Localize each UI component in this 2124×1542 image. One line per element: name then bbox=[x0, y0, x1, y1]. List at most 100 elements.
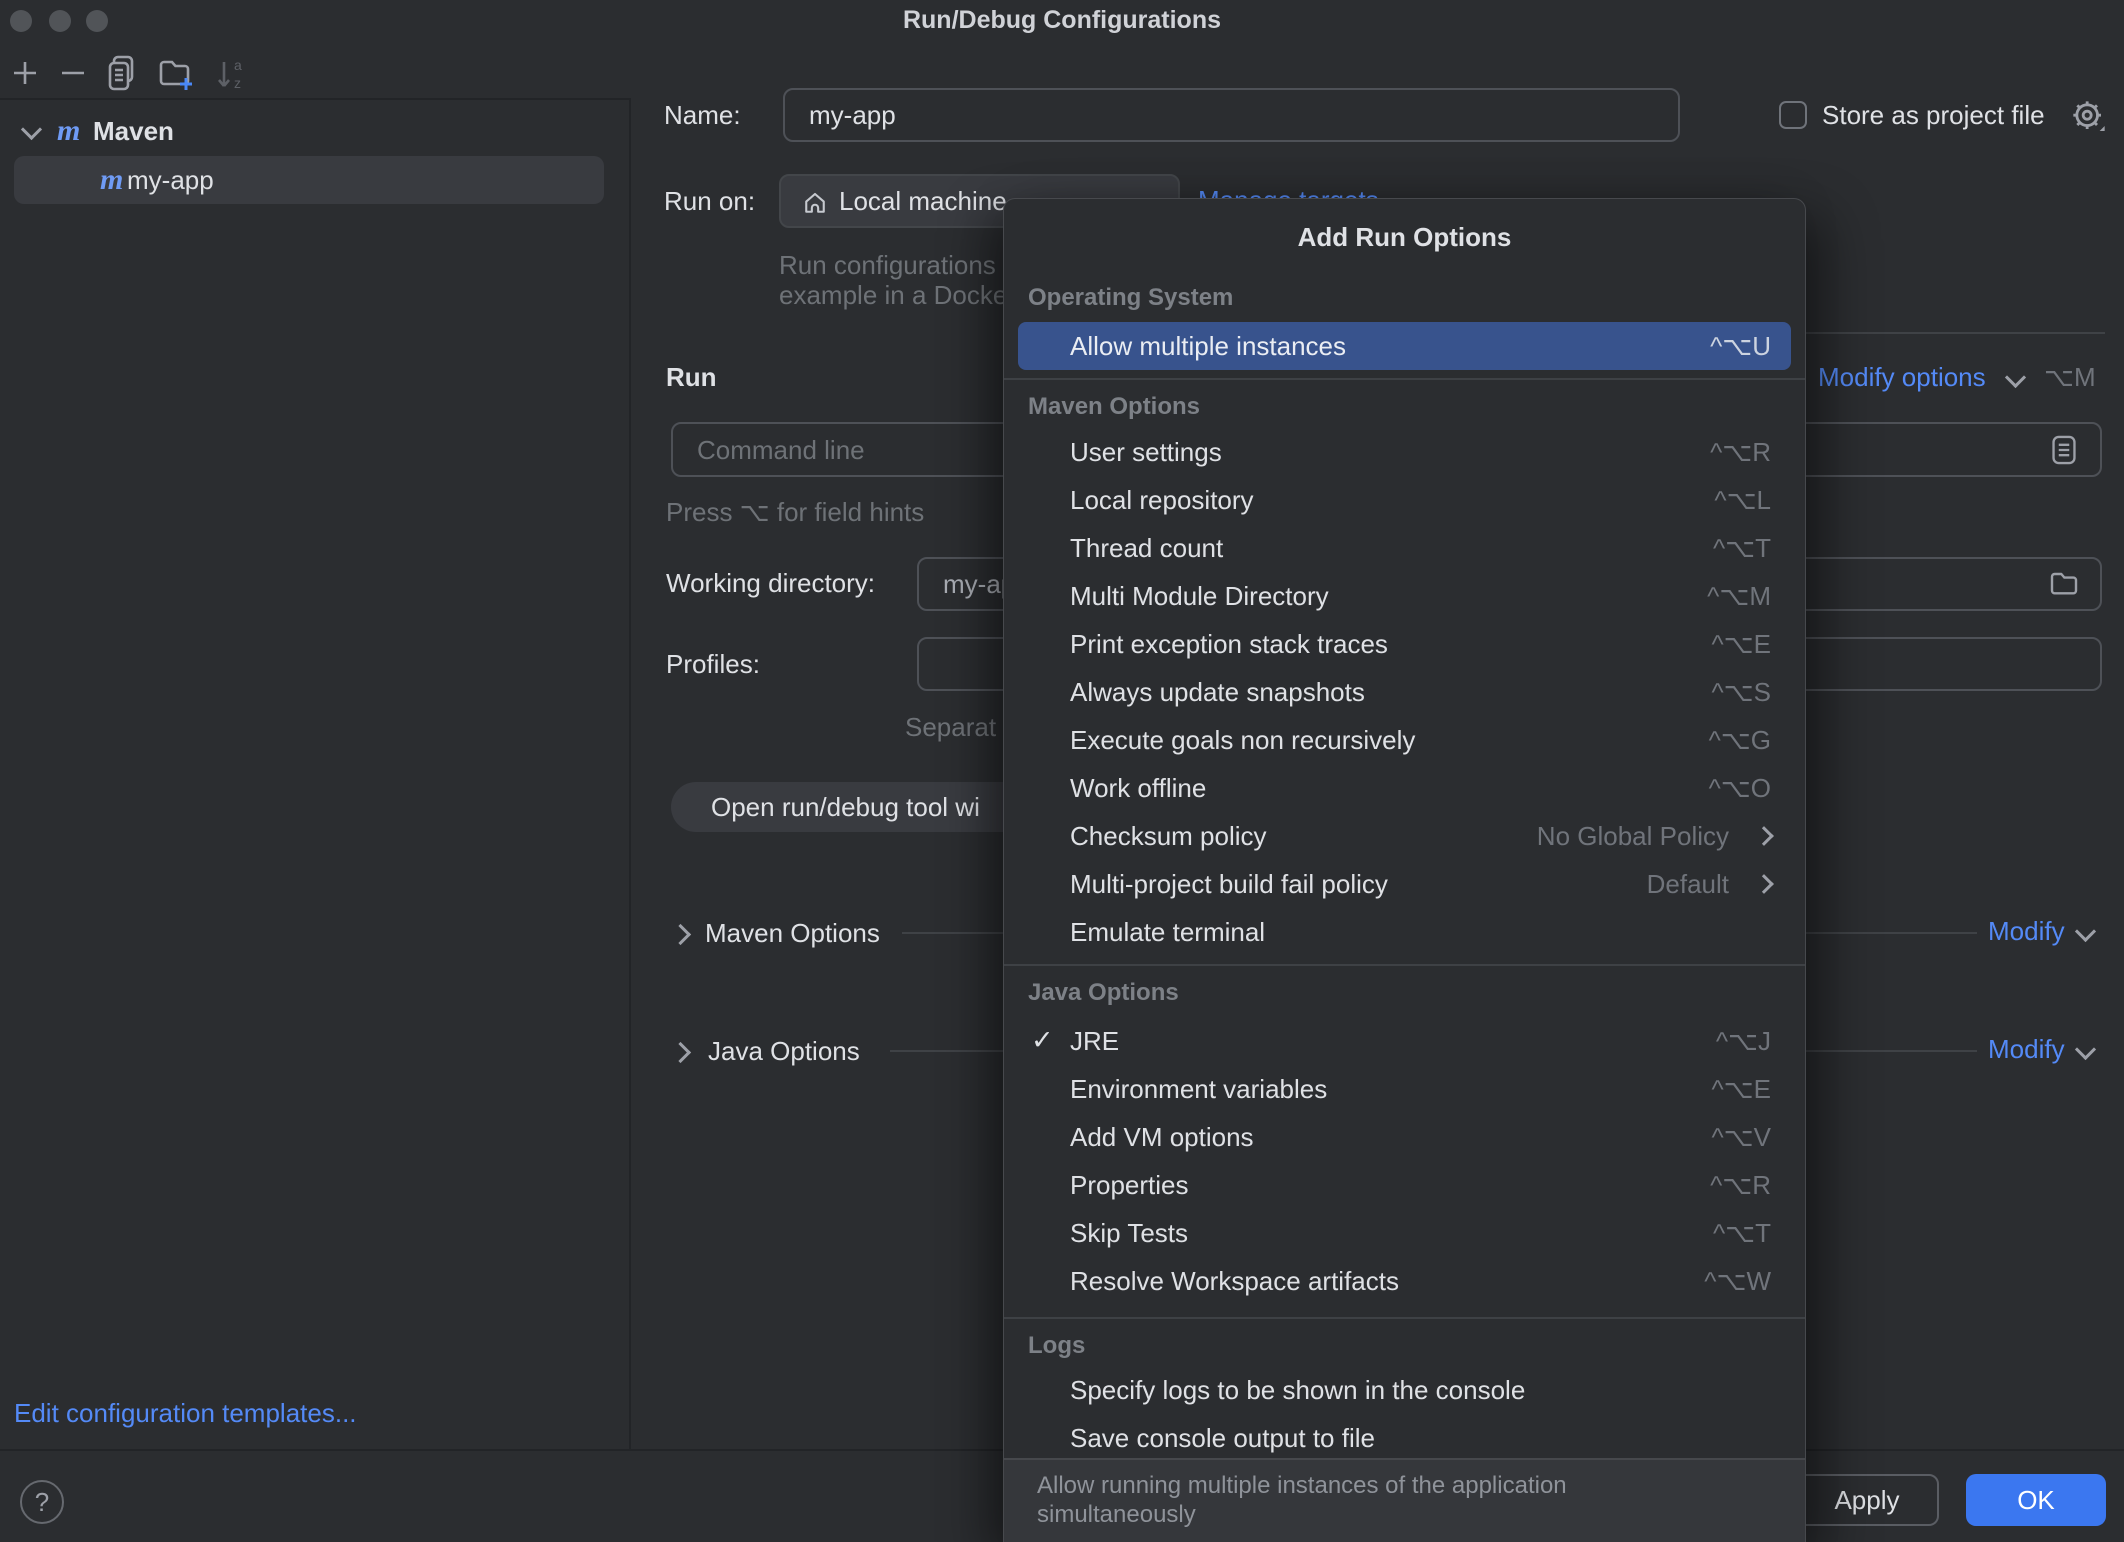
tree-group-maven[interactable]: m Maven bbox=[14, 108, 614, 154]
menu-item-skip-tests[interactable]: Skip Tests^⌥T bbox=[1004, 1209, 1805, 1257]
name-input-value: my-app bbox=[809, 100, 896, 130]
menu-item-label: Local repository bbox=[1070, 485, 1254, 516]
menu-item-shortcut: ^⌥R bbox=[1710, 437, 1771, 468]
chevron-down-icon bbox=[2075, 1039, 2096, 1060]
popup-section-header: Logs bbox=[1004, 1331, 1805, 1361]
menu-item-shortcut: ^⌥E bbox=[1711, 629, 1771, 660]
chevron-down-icon bbox=[2005, 367, 2026, 388]
menu-item-print-exception-stack-traces[interactable]: Print exception stack traces^⌥E bbox=[1004, 620, 1805, 668]
menu-item-label: Specify logs to be shown in the console bbox=[1070, 1375, 1525, 1406]
run-on-hint-line2: example in a Docke bbox=[779, 280, 1007, 310]
tree-item-label: my-app bbox=[127, 165, 214, 195]
ok-button[interactable]: OK bbox=[1966, 1474, 2106, 1526]
menu-item-shortcut: ^⌥G bbox=[1709, 725, 1771, 756]
edit-templates-link[interactable]: Edit configuration templates... bbox=[14, 1398, 357, 1428]
add-configuration-button[interactable] bbox=[8, 56, 42, 90]
menu-item-value: Default bbox=[1647, 869, 1729, 900]
menu-item-add-vm-options[interactable]: Add VM options^⌥V bbox=[1004, 1113, 1805, 1161]
menu-item-shortcut: ^⌥T bbox=[1713, 533, 1771, 564]
menu-item-label: Checksum policy bbox=[1070, 821, 1267, 852]
chevron-right-icon[interactable] bbox=[670, 924, 691, 945]
apply-button[interactable]: Apply bbox=[1795, 1474, 1939, 1526]
menu-item-label: Emulate terminal bbox=[1070, 917, 1265, 948]
run-debug-configurations-dialog: Run/Debug Configurations a z m Maven bbox=[0, 0, 2124, 1542]
maven-options-section[interactable]: Maven Options bbox=[705, 918, 880, 948]
menu-item-shortcut: ^⌥S bbox=[1711, 677, 1771, 708]
menu-item-allow-multiple-instances[interactable]: Allow multiple instances ^⌥U bbox=[1018, 322, 1791, 370]
run-section-label: Run bbox=[666, 362, 717, 392]
java-options-modify-link[interactable]: Modify bbox=[1988, 1034, 2065, 1064]
menu-item-thread-count[interactable]: Thread count^⌥T bbox=[1004, 524, 1805, 572]
menu-item-multi-module-directory[interactable]: Multi Module Directory ^⌥M bbox=[1004, 572, 1805, 620]
menu-item-label: Skip Tests bbox=[1070, 1218, 1188, 1249]
toolbar-separator bbox=[0, 98, 630, 100]
name-input[interactable]: my-app bbox=[783, 88, 1680, 142]
gear-icon[interactable] bbox=[2068, 96, 2108, 136]
menu-item-multi-project-build-fail-policy[interactable]: Multi-project build fail policy Default bbox=[1004, 860, 1805, 908]
modify-options-shortcut: ⌥M bbox=[2044, 362, 2096, 392]
svg-text:z: z bbox=[234, 75, 241, 91]
menu-item-label: Multi Module Directory bbox=[1070, 581, 1329, 612]
menu-item-label: Work offline bbox=[1070, 773, 1206, 804]
working-directory-label: Working directory: bbox=[666, 568, 875, 598]
sort-alphabetically-button[interactable]: a z bbox=[212, 56, 252, 94]
menu-item-shortcut: ^⌥E bbox=[1711, 1074, 1771, 1105]
folder-icon[interactable] bbox=[2048, 569, 2080, 599]
menu-item-specify-logs-to-be-shown-in-the-console[interactable]: Specify logs to be shown in the console bbox=[1004, 1366, 1805, 1414]
modify-options-link[interactable]: Modify options bbox=[1818, 362, 1986, 392]
chevron-right-icon[interactable] bbox=[670, 1042, 691, 1063]
maven-options-modify-link[interactable]: Modify bbox=[1988, 916, 2065, 946]
menu-item-properties[interactable]: Properties^⌥R bbox=[1004, 1161, 1805, 1209]
menu-item-resolve-workspace-artifacts[interactable]: Resolve Workspace artifacts^⌥W bbox=[1004, 1257, 1805, 1305]
menu-item-save-console-output-to-file[interactable]: Save console output to file bbox=[1004, 1414, 1805, 1462]
menu-item-label: User settings bbox=[1070, 437, 1222, 468]
menu-item-label: Multi-project build fail policy bbox=[1070, 869, 1388, 900]
menu-divider bbox=[1004, 1317, 1805, 1319]
sort-az-icon: a z bbox=[212, 56, 252, 94]
name-label: Name: bbox=[664, 100, 741, 130]
new-folder-button[interactable] bbox=[156, 56, 196, 94]
plus-icon bbox=[14, 62, 36, 84]
popup-title: Add Run Options bbox=[1004, 219, 1805, 255]
menu-item-local-repository[interactable]: Local repository^⌥L bbox=[1004, 476, 1805, 524]
help-button[interactable]: ? bbox=[20, 1480, 64, 1524]
run-on-label: Run on: bbox=[664, 186, 755, 216]
folder-plus-icon bbox=[156, 56, 196, 94]
menu-item-shortcut: ^⌥M bbox=[1707, 581, 1771, 612]
menu-item-shortcut: ^⌥V bbox=[1711, 1122, 1771, 1153]
menu-item-label: Always update snapshots bbox=[1070, 677, 1365, 708]
profiles-hint: Separat bbox=[905, 712, 996, 742]
check-icon: ✓ bbox=[1031, 1025, 1054, 1056]
tree-item-my-app[interactable]: m my-app bbox=[14, 156, 604, 204]
store-as-project-file-label: Store as project file bbox=[1822, 100, 2045, 130]
menu-item-label: Allow multiple instances bbox=[1070, 331, 1346, 362]
menu-item-work-offline[interactable]: Work offline^⌥O bbox=[1004, 764, 1805, 812]
menu-item-execute-goals-non-recursively[interactable]: Execute goals non recursively ^⌥G bbox=[1004, 716, 1805, 764]
menu-item-environment-variables[interactable]: Environment variables^⌥E bbox=[1004, 1065, 1805, 1113]
menu-item-label: Execute goals non recursively bbox=[1070, 725, 1415, 756]
popup-section-header: Operating System bbox=[1004, 283, 1805, 313]
copy-icon bbox=[104, 54, 140, 92]
menu-item-user-settings[interactable]: User settings ^⌥R bbox=[1004, 428, 1805, 476]
menu-divider bbox=[1004, 964, 1805, 966]
menu-item-checksum-policy[interactable]: Checksum policyNo Global Policy bbox=[1004, 812, 1805, 860]
menu-item-shortcut: ^⌥J bbox=[1716, 1026, 1771, 1057]
popup-section-header: Maven Options bbox=[1004, 392, 1805, 422]
submenu-arrow-icon bbox=[1754, 874, 1774, 894]
expand-field-icon[interactable] bbox=[2048, 433, 2080, 467]
menu-item-jre[interactable]: ✓JRE^⌥J bbox=[1004, 1017, 1805, 1065]
command-line-placeholder: Command line bbox=[697, 435, 865, 465]
menu-item-emulate-terminal[interactable]: Emulate terminal bbox=[1004, 908, 1805, 956]
open-tool-window-button[interactable]: Open run/debug tool wi bbox=[671, 782, 1051, 832]
tree-group-label: Maven bbox=[93, 116, 174, 146]
copy-configuration-button[interactable] bbox=[104, 54, 140, 92]
popup-footer-line2: simultaneously bbox=[1037, 1500, 1775, 1529]
maven-icon: m bbox=[57, 116, 80, 146]
menu-divider bbox=[1004, 378, 1805, 380]
menu-item-always-update-snapshots[interactable]: Always update snapshots ^⌥S bbox=[1004, 668, 1805, 716]
menu-item-shortcut: ^⌥U bbox=[1710, 331, 1771, 362]
java-options-section[interactable]: Java Options bbox=[708, 1036, 860, 1066]
remove-configuration-button[interactable] bbox=[56, 56, 90, 90]
help-icon: ? bbox=[35, 1487, 49, 1518]
store-as-project-file-checkbox[interactable] bbox=[1779, 101, 1807, 129]
